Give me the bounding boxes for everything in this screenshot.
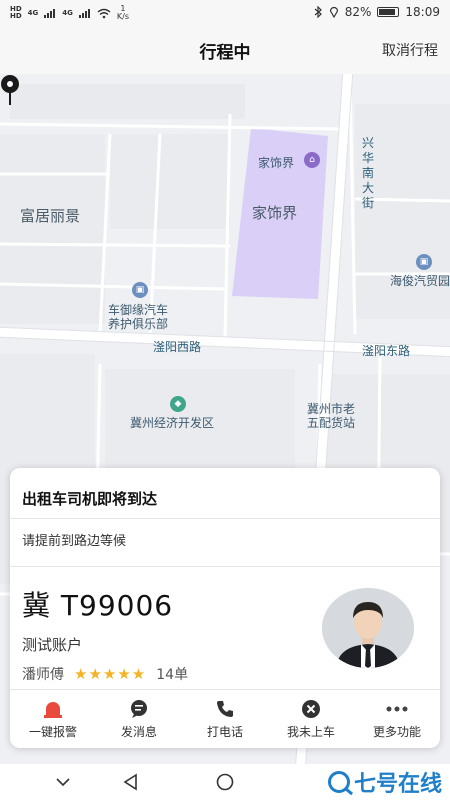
- map-label-haijun: 海俊汽贸园: [390, 274, 450, 288]
- arrival-hint: 请提前到路边等候: [22, 534, 127, 549]
- bluetooth-icon: [314, 6, 322, 18]
- battery-icon: [377, 7, 400, 17]
- map-label-chexu-2: 养护俱乐部: [108, 317, 169, 331]
- message-label: 发消息: [120, 724, 157, 739]
- net-speed: 1 K/s: [117, 5, 129, 21]
- location-icon: [329, 6, 338, 18]
- not-boarded-label: 我未上车: [286, 724, 335, 739]
- order-count: 14单: [156, 667, 189, 683]
- hd-badges: HD HD: [10, 6, 22, 20]
- battery-percent: 82%: [344, 5, 372, 19]
- map-label-wupei-2: 五配货站: [307, 416, 356, 430]
- car-poi-icon[interactable]: ▣: [416, 254, 432, 270]
- store-poi-icon[interactable]: ⌂: [304, 152, 320, 168]
- signal-icon: [44, 8, 56, 18]
- message-icon: [128, 699, 150, 719]
- map-label-fuju: 富居丽景: [20, 207, 81, 225]
- more-label: 更多功能: [372, 724, 421, 739]
- map-label-xinghua-road: 兴华南大街: [362, 136, 375, 210]
- map-label-jiashijie-poi: 家饰界: [258, 156, 295, 170]
- divider: [10, 566, 440, 567]
- more-icon: [386, 699, 408, 719]
- hd-tag-2: HD: [10, 12, 22, 20]
- clock: 18:09: [405, 5, 440, 19]
- divider: [10, 518, 440, 519]
- close-circle-icon: [300, 699, 322, 719]
- more-functions-button[interactable]: 更多功能: [354, 690, 440, 748]
- not-boarded-button[interactable]: 我未上车: [268, 690, 354, 748]
- current-location-pin-icon: [1, 75, 19, 105]
- call-button[interactable]: 打电话: [182, 690, 268, 748]
- map-label-fuyang-east: 滏阳东路: [362, 344, 411, 358]
- cancel-trip-button[interactable]: 取消行程: [382, 40, 438, 60]
- watermark-logo-icon: [327, 771, 350, 793]
- status-bar: HD HD 4G 4G 1 K/s 82% 18:09: [0, 0, 450, 26]
- driver-row: 潘师傅 ★★★★★ 14单: [22, 664, 188, 684]
- signal-icon-2: [78, 8, 91, 18]
- network-tag-1: 4G: [27, 8, 39, 17]
- system-nav-bar: 七号在线: [0, 764, 450, 800]
- header: 行程中 取消行程: [0, 26, 450, 74]
- avatar-image: [322, 588, 414, 668]
- watermark-text: 七号在线: [353, 772, 442, 797]
- wifi-icon: [97, 8, 111, 18]
- driver-info-card: 出租车司机即将到达 请提前到路边等候 冀 T99006 测试账户 潘师傅 ★★★…: [10, 468, 440, 748]
- dev-zone-poi-icon[interactable]: ◆: [170, 396, 186, 412]
- emergency-alarm-button[interactable]: 一键报警: [10, 690, 96, 748]
- account-name: 测试账户: [22, 636, 83, 654]
- map-label-jiashijie-area: 家饰界: [252, 204, 298, 222]
- arrival-status-title: 出租车司机即将到达: [22, 490, 158, 508]
- alarm-icon: [42, 699, 64, 719]
- map-label-jizhou-dev: 冀州经济开发区: [130, 416, 215, 430]
- rating-stars: ★★★★★: [74, 665, 147, 683]
- net-speed-unit: K/s: [116, 12, 130, 21]
- network-tag-2: 4G: [62, 8, 73, 17]
- status-left: HD HD 4G 4G 1 K/s: [10, 5, 129, 21]
- car-club-poi-icon[interactable]: ▣: [132, 282, 148, 298]
- nav-home-icon[interactable]: [214, 772, 236, 792]
- send-message-button[interactable]: 发消息: [96, 690, 182, 748]
- nav-collapse-icon[interactable]: [52, 772, 74, 792]
- nav-back-icon[interactable]: [120, 772, 142, 792]
- driver-avatar[interactable]: [322, 588, 414, 668]
- map-label-fuyang-west: 滏阳西路: [153, 340, 202, 354]
- action-bar: 一键报警 发消息 打电话 我未上车 更多功能: [10, 690, 440, 748]
- status-right: 82% 18:09: [314, 5, 440, 19]
- alarm-label: 一键报警: [28, 724, 77, 739]
- call-label: 打电话: [206, 724, 243, 739]
- watermark: 七号在线: [327, 766, 442, 798]
- driver-name: 潘师傅: [22, 667, 64, 683]
- license-plate: 冀 T99006: [22, 589, 174, 622]
- phone-icon: [214, 699, 236, 719]
